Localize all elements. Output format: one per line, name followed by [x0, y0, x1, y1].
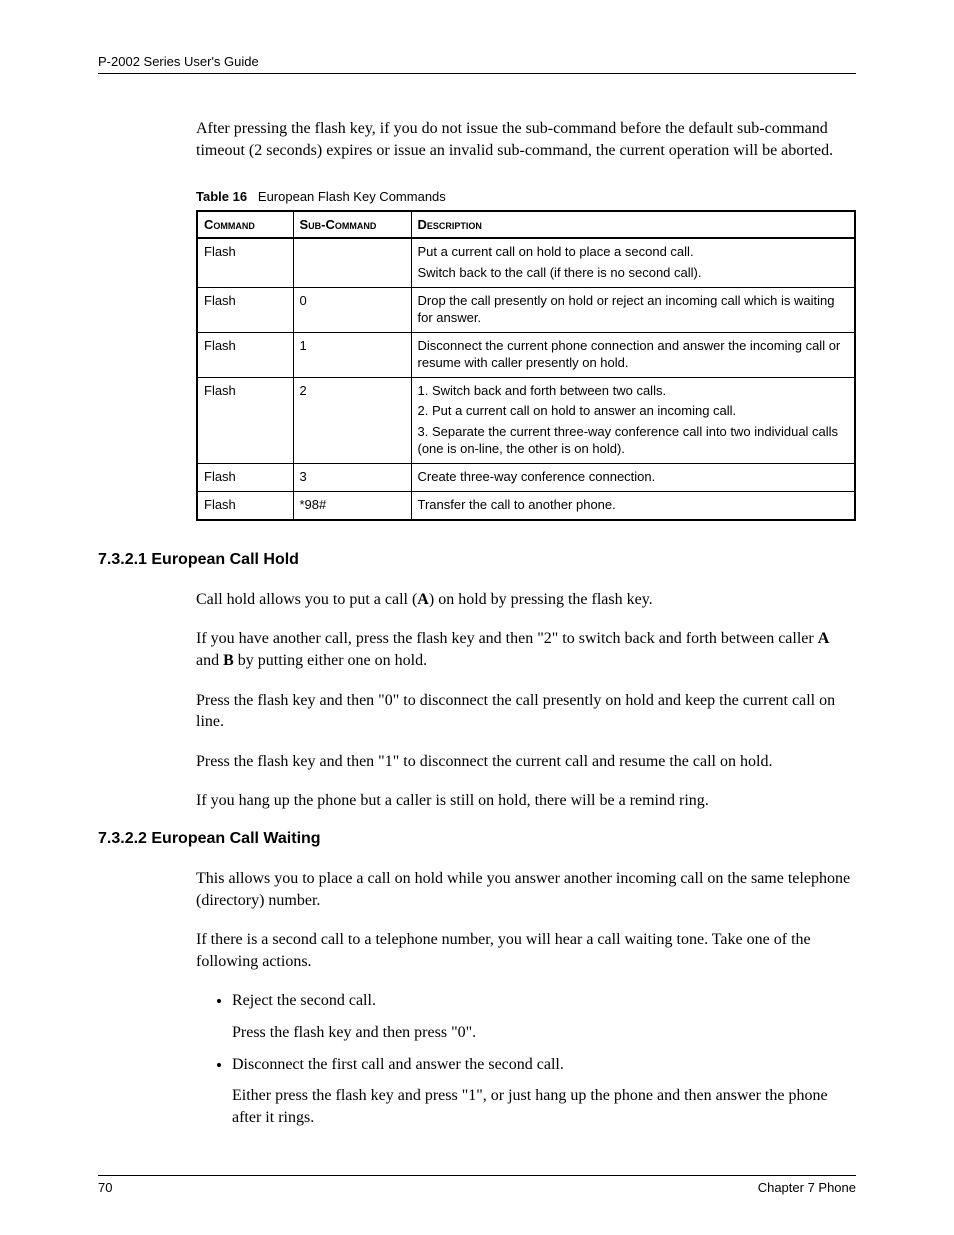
list-item: Disconnect the first call and answer the… — [232, 1054, 856, 1129]
para: If you have another call, press the flas… — [196, 628, 856, 671]
page-number: 70 — [98, 1180, 112, 1195]
cell-description: Create three-way conference connection. — [411, 464, 855, 492]
cell-command: Flash — [197, 464, 293, 492]
table-caption: Table 16 European Flash Key Commands — [196, 189, 856, 204]
th-subcommand: Sub-Command — [293, 211, 411, 238]
actions-list: Reject the second call.Press the flash k… — [232, 990, 856, 1128]
para: If you hang up the phone but a caller is… — [196, 790, 856, 812]
para: Call hold allows you to put a call (A) o… — [196, 589, 856, 611]
cell-subcommand: *98# — [293, 491, 411, 519]
body-content: After pressing the flash key, if you do … — [196, 118, 856, 521]
section-heading-call-waiting: 7.3.2.2 European Call Waiting — [98, 830, 856, 848]
table-row: Flash Put a current call on hold to place… — [197, 238, 855, 287]
th-command: Command — [197, 211, 293, 238]
table-row: Flash3Create three-way conference connec… — [197, 464, 855, 492]
cell-description: Drop the call presently on hold or rejec… — [411, 287, 855, 332]
list-item: Reject the second call.Press the flash k… — [232, 990, 856, 1043]
cell-command: Flash — [197, 238, 293, 287]
cell-subcommand: 0 — [293, 287, 411, 332]
cell-subcommand: 2 — [293, 377, 411, 464]
cell-command: Flash — [197, 332, 293, 377]
table-title: European Flash Key Commands — [258, 189, 446, 204]
page-footer: 70 Chapter 7 Phone — [98, 1175, 856, 1195]
cell-subcommand: 1 — [293, 332, 411, 377]
flash-key-commands-table: Command Sub-Command Description Flash Put… — [196, 210, 856, 521]
para: This allows you to place a call on hold … — [196, 868, 856, 911]
para: Press the flash key and then "1" to disc… — [196, 751, 856, 773]
cell-description: Put a current call on hold to place a se… — [411, 238, 855, 287]
cell-subcommand: 3 — [293, 464, 411, 492]
cell-command: Flash — [197, 377, 293, 464]
th-description: Description — [411, 211, 855, 238]
cell-description: Disconnect the current phone connection … — [411, 332, 855, 377]
section-call-waiting: This allows you to place a call on hold … — [196, 868, 856, 1128]
cell-command: Flash — [197, 491, 293, 519]
para: If there is a second call to a telephone… — [196, 929, 856, 972]
table-row: Flash1Disconnect the current phone conne… — [197, 332, 855, 377]
para: Press the flash key and then "0" to disc… — [196, 690, 856, 733]
page-header: P-2002 Series User's Guide — [98, 54, 856, 74]
cell-command: Flash — [197, 287, 293, 332]
cell-description: Transfer the call to another phone. — [411, 491, 855, 519]
intro-paragraph: After pressing the flash key, if you do … — [196, 118, 856, 161]
table-row: Flash*98#Transfer the call to another ph… — [197, 491, 855, 519]
section-call-hold: Call hold allows you to put a call (A) o… — [196, 589, 856, 812]
table-number: Table 16 — [196, 189, 247, 204]
cell-subcommand — [293, 238, 411, 287]
cell-description: 1. Switch back and forth between two cal… — [411, 377, 855, 464]
chapter-label: Chapter 7 Phone — [758, 1180, 856, 1195]
table-row: Flash0Drop the call presently on hold or… — [197, 287, 855, 332]
section-heading-call-hold: 7.3.2.1 European Call Hold — [98, 551, 856, 569]
table-row: Flash21. Switch back and forth between t… — [197, 377, 855, 464]
